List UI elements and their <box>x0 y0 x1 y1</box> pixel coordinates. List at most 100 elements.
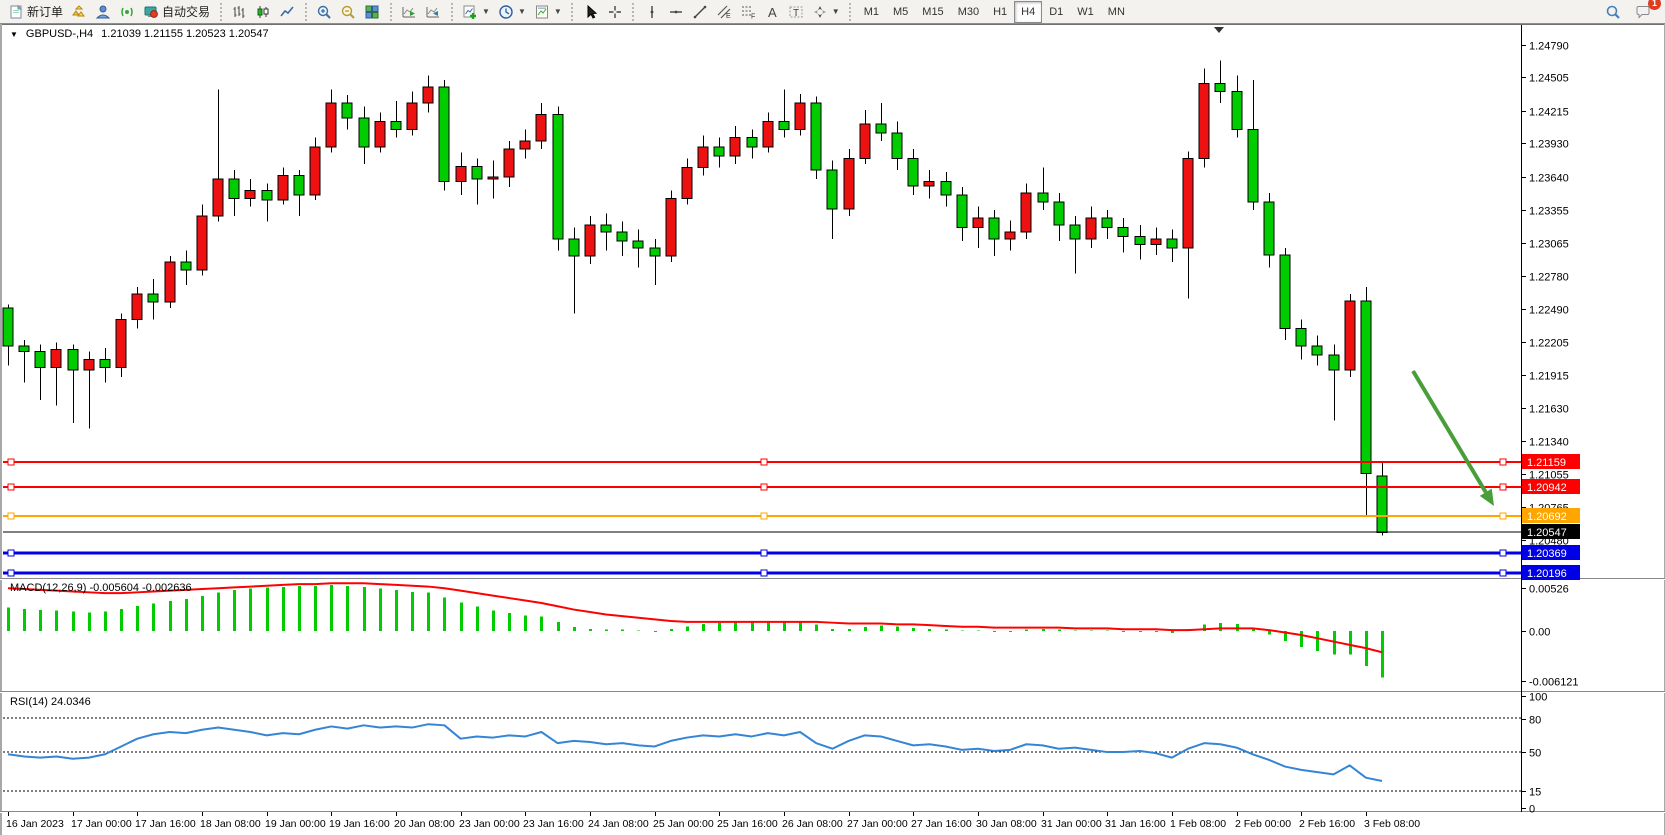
new-order-button[interactable]: 新订单 <box>4 1 67 23</box>
hline-handle[interactable] <box>8 459 14 465</box>
candle-bullish[interactable] <box>375 122 385 147</box>
candle-bearish[interactable] <box>1135 237 1145 245</box>
auto-scroll-button[interactable] <box>397 1 421 23</box>
candle-bullish[interactable] <box>488 177 498 179</box>
candle-bullish[interactable] <box>730 138 740 156</box>
candle-bearish[interactable] <box>1248 130 1258 202</box>
candle-bullish[interactable] <box>326 103 336 147</box>
candle-bullish[interactable] <box>278 176 288 200</box>
zoom-out-button[interactable] <box>336 1 360 23</box>
hline-handle[interactable] <box>8 484 14 490</box>
candle-bearish[interactable] <box>876 124 886 133</box>
search-button[interactable] <box>1601 1 1625 23</box>
hline-handle[interactable] <box>761 550 767 556</box>
label-button[interactable]: T <box>784 1 808 23</box>
candle-bearish[interactable] <box>811 103 821 170</box>
candle-bearish[interactable] <box>472 166 482 179</box>
hline-handle[interactable] <box>761 570 767 576</box>
candle-chart-button[interactable] <box>251 1 275 23</box>
candle-bullish[interactable] <box>310 147 320 195</box>
candle-bullish[interactable] <box>1005 232 1015 239</box>
hline-handle[interactable] <box>761 513 767 519</box>
candle-bearish[interactable] <box>439 87 449 181</box>
vline-button[interactable] <box>640 1 664 23</box>
candle-bearish[interactable] <box>359 118 369 147</box>
channel-button[interactable]: E <box>712 1 736 23</box>
candle-bearish[interactable] <box>1102 218 1112 227</box>
candle-bearish[interactable] <box>1264 202 1274 255</box>
candle-bullish[interactable] <box>973 218 983 227</box>
dropdown-caret-icon[interactable]: ▼ <box>518 7 526 16</box>
candle-bearish[interactable] <box>262 191 272 200</box>
deposit-button[interactable] <box>67 1 91 23</box>
candle-bullish[interactable] <box>698 147 708 168</box>
candle-bearish[interactable] <box>35 352 45 368</box>
line-chart-button[interactable] <box>275 1 299 23</box>
hline-handle[interactable] <box>1500 513 1506 519</box>
candle-bullish[interactable] <box>1086 218 1096 239</box>
candle-bearish[interactable] <box>1377 476 1387 533</box>
candle-bullish[interactable] <box>844 158 854 209</box>
crosshair-button[interactable] <box>603 1 627 23</box>
chart-area[interactable]: 1.247901.245051.242151.239301.236401.233… <box>0 0 1665 835</box>
auto-trading-button[interactable]: 自动交易 <box>139 1 214 23</box>
candle-bullish[interactable] <box>245 191 255 199</box>
candle-bullish[interactable] <box>165 262 175 302</box>
candle-bullish[interactable] <box>520 141 530 149</box>
candle-bearish[interactable] <box>957 195 967 227</box>
candle-bearish[interactable] <box>827 170 837 209</box>
text-button[interactable]: A <box>760 1 784 23</box>
candle-bearish[interactable] <box>1280 255 1290 329</box>
chart-collapse-icon[interactable]: ▼ <box>10 30 18 39</box>
candle-bullish[interactable] <box>682 168 692 199</box>
hline-handle[interactable] <box>1500 459 1506 465</box>
candle-bullish[interactable] <box>407 103 417 129</box>
hline-handle[interactable] <box>1500 550 1506 556</box>
candle-bearish[interactable] <box>181 262 191 270</box>
candle-bearish[interactable] <box>1215 84 1225 92</box>
periods-button[interactable]: ▼ <box>494 1 530 23</box>
pane-separator[interactable] <box>0 811 1665 812</box>
hline-handle[interactable] <box>1500 570 1506 576</box>
candle-bullish[interactable] <box>1199 84 1209 159</box>
community-button[interactable] <box>91 1 115 23</box>
chart-shift-button[interactable] <box>421 1 445 23</box>
candle-bearish[interactable] <box>714 147 724 156</box>
candle-bearish[interactable] <box>294 176 304 196</box>
candle-bullish[interactable] <box>213 179 223 216</box>
candle-bullish[interactable] <box>1151 239 1161 245</box>
candle-bearish[interactable] <box>1329 355 1339 370</box>
candle-bearish[interactable] <box>68 349 78 370</box>
candle-bearish[interactable] <box>650 248 660 256</box>
timeframe-button-m30[interactable]: M30 <box>951 1 986 23</box>
candle-bullish[interactable] <box>763 122 773 147</box>
candle-bearish[interactable] <box>747 138 757 147</box>
candle-bullish[interactable] <box>1345 301 1355 370</box>
notifications-button[interactable]: 1 <box>1631 1 1655 23</box>
candle-bearish[interactable] <box>601 225 611 232</box>
candle-bullish[interactable] <box>666 199 676 257</box>
candle-bearish[interactable] <box>229 179 239 199</box>
candle-bearish[interactable] <box>779 122 789 130</box>
pane-separator[interactable] <box>0 578 1665 579</box>
candle-bullish[interactable] <box>51 349 61 367</box>
candle-bearish[interactable] <box>148 294 158 302</box>
candle-bearish[interactable] <box>1312 346 1322 355</box>
dropdown-caret-icon[interactable]: ▼ <box>832 7 840 16</box>
candle-bearish[interactable] <box>1118 227 1128 236</box>
candle-bullish[interactable] <box>1021 193 1031 232</box>
candle-bearish[interactable] <box>1167 239 1177 248</box>
dropdown-caret-icon[interactable]: ▼ <box>482 7 490 16</box>
candle-bearish[interactable] <box>391 122 401 130</box>
candle-bullish[interactable] <box>116 319 126 367</box>
timeframe-button-d1[interactable]: D1 <box>1042 1 1070 23</box>
cursor-button[interactable] <box>579 1 603 23</box>
hline-handle[interactable] <box>1500 484 1506 490</box>
timeframe-button-h4[interactable]: H4 <box>1014 1 1042 23</box>
timeframe-button-m15[interactable]: M15 <box>915 1 950 23</box>
candle-bearish[interactable] <box>1361 301 1371 474</box>
hline-handle[interactable] <box>761 484 767 490</box>
new-chart-button[interactable]: ▼ <box>458 1 494 23</box>
candle-bullish[interactable] <box>585 225 595 256</box>
hline-handle[interactable] <box>8 570 14 576</box>
